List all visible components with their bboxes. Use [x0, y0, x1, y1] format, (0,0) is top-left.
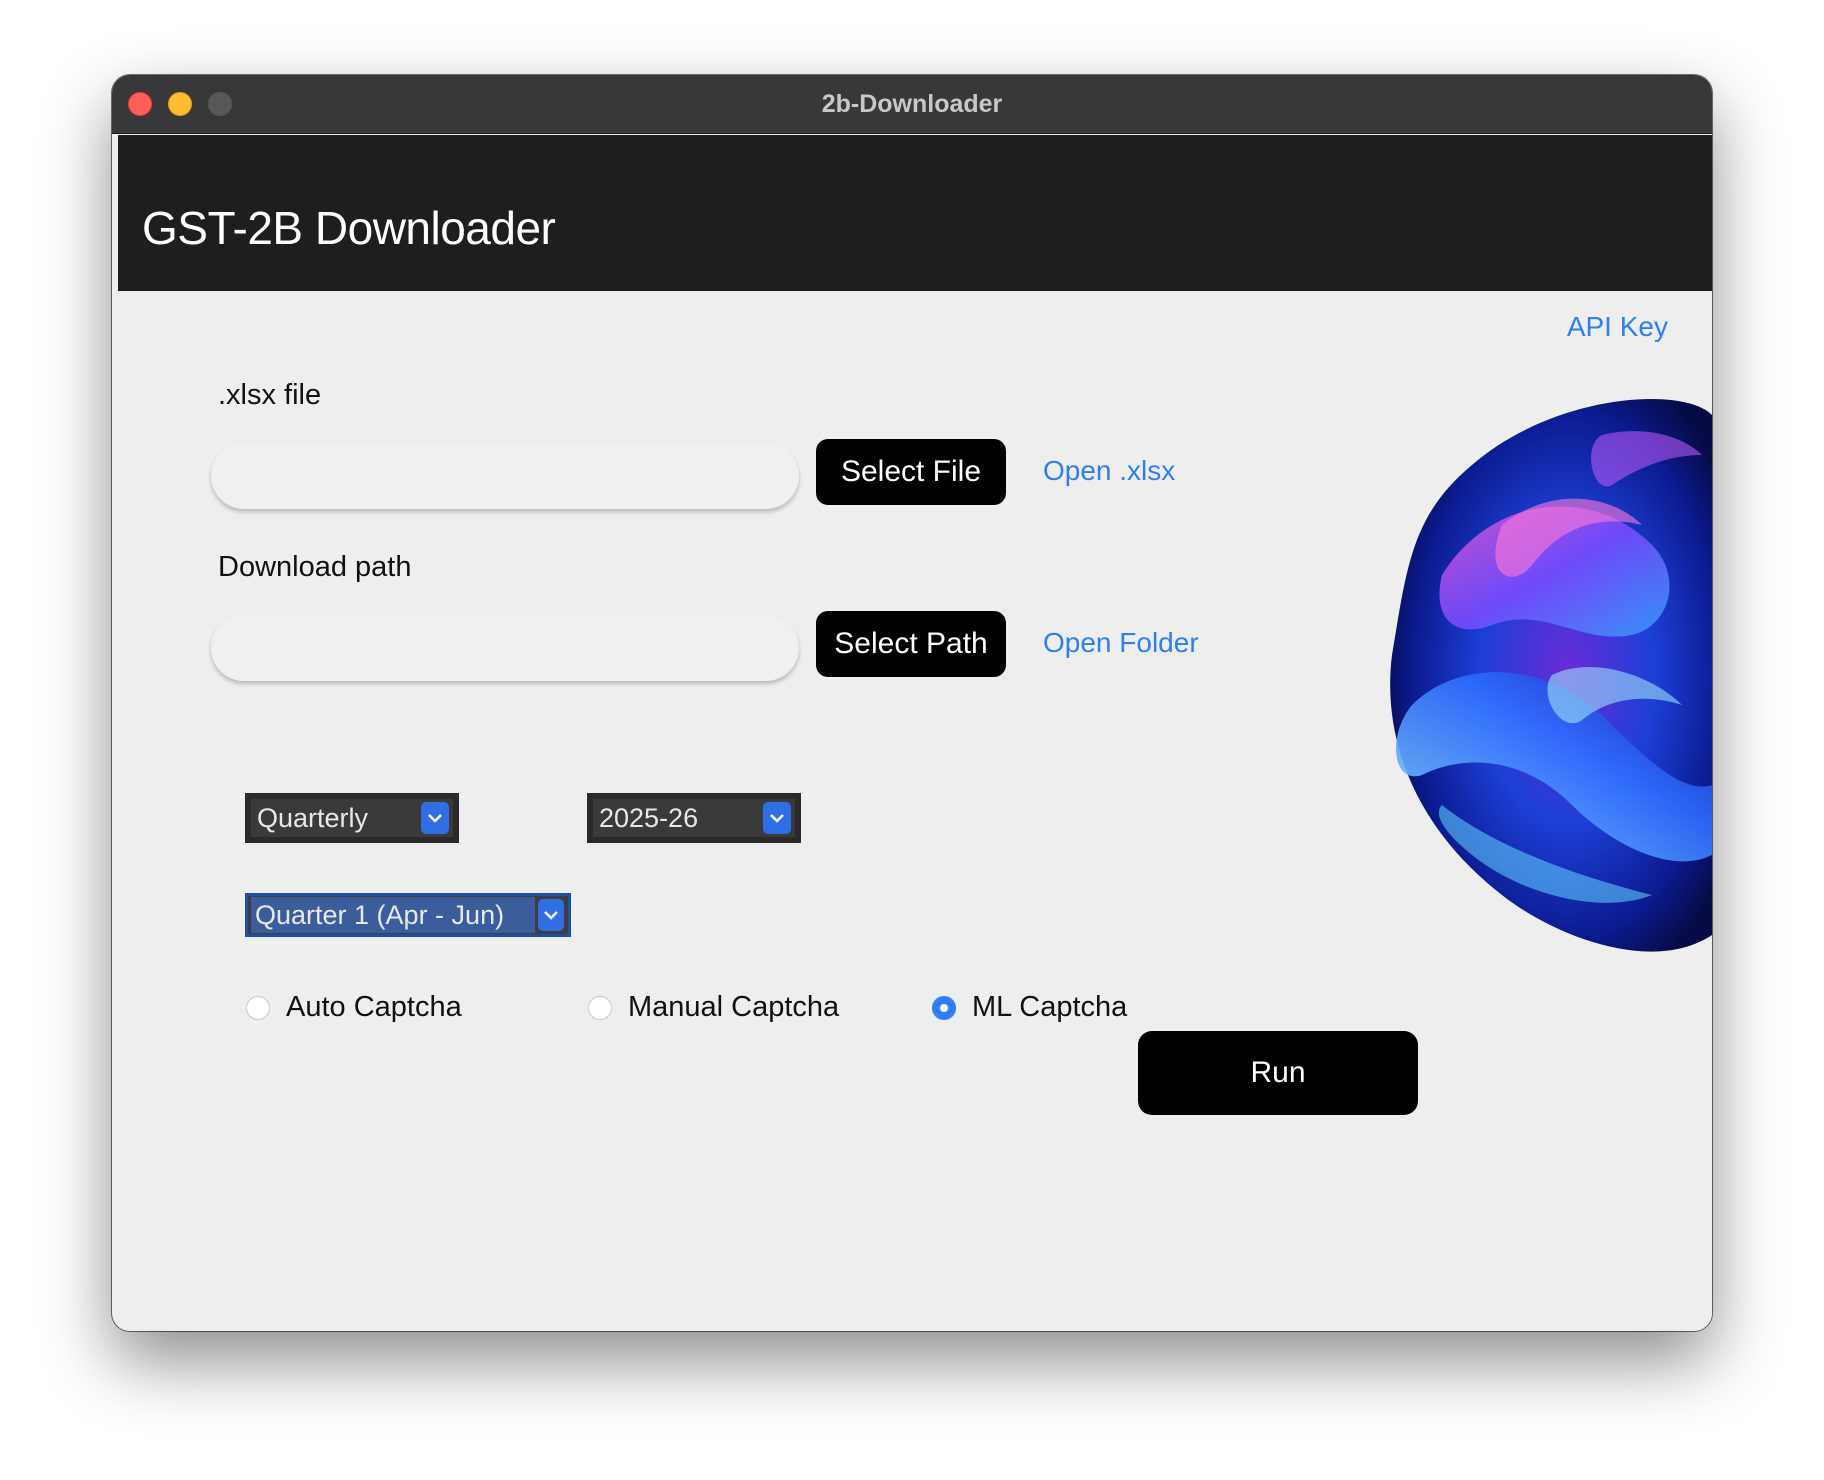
run-button[interactable]: Run [1138, 1031, 1418, 1115]
frequency-select-value: Quarterly [257, 802, 369, 833]
chevron-down-icon [763, 802, 791, 834]
open-xlsx-link[interactable]: Open .xlsx [1043, 455, 1175, 487]
download-path-input[interactable] [211, 615, 799, 681]
app-window: 2b-Downloader GST-2B Downloader API Key … [112, 75, 1712, 1331]
period-select[interactable]: Quarter 1 (Apr - Jun) [245, 893, 571, 937]
select-path-button[interactable]: Select Path [816, 611, 1006, 677]
app-header: GST-2B Downloader [118, 135, 1712, 291]
chevron-down-icon [421, 802, 449, 834]
app-title: GST-2B Downloader [142, 202, 556, 254]
auto-captcha-radio[interactable]: Auto Captcha [246, 991, 462, 1024]
open-folder-link[interactable]: Open Folder [1043, 627, 1199, 659]
frequency-select[interactable]: Quarterly [245, 793, 459, 843]
download-path-label: Download path [218, 551, 412, 583]
period-select-value: Quarter 1 (Apr - Jun) [251, 897, 535, 933]
radio-button[interactable] [588, 995, 612, 1020]
abstract-3d-swirl-graphic [1390, 399, 1712, 952]
manual-captcha-label: Manual Captcha [628, 991, 840, 1023]
window-title: 2b-Downloader [821, 90, 1003, 118]
manual-captcha-radio[interactable]: Manual Captcha [588, 991, 839, 1024]
select-file-button[interactable]: Select File [816, 439, 1006, 505]
xlsx-file-label: .xlsx file [218, 379, 322, 411]
radio-button-selected[interactable] [932, 995, 956, 1020]
year-select[interactable]: 2025-26 [587, 793, 801, 843]
auto-captcha-label: Auto Captcha [286, 991, 462, 1023]
title-bar: 2b-Downloader [112, 75, 1712, 134]
chevron-down-icon [538, 899, 564, 931]
ml-captcha-radio[interactable]: ML Captcha [932, 991, 1127, 1024]
radio-button[interactable] [246, 995, 270, 1020]
api-key-link[interactable]: API Key [1567, 311, 1668, 343]
xlsx-file-input[interactable] [211, 443, 799, 509]
year-select-value: 2025-26 [599, 802, 699, 833]
ml-captcha-label: ML Captcha [972, 991, 1128, 1023]
